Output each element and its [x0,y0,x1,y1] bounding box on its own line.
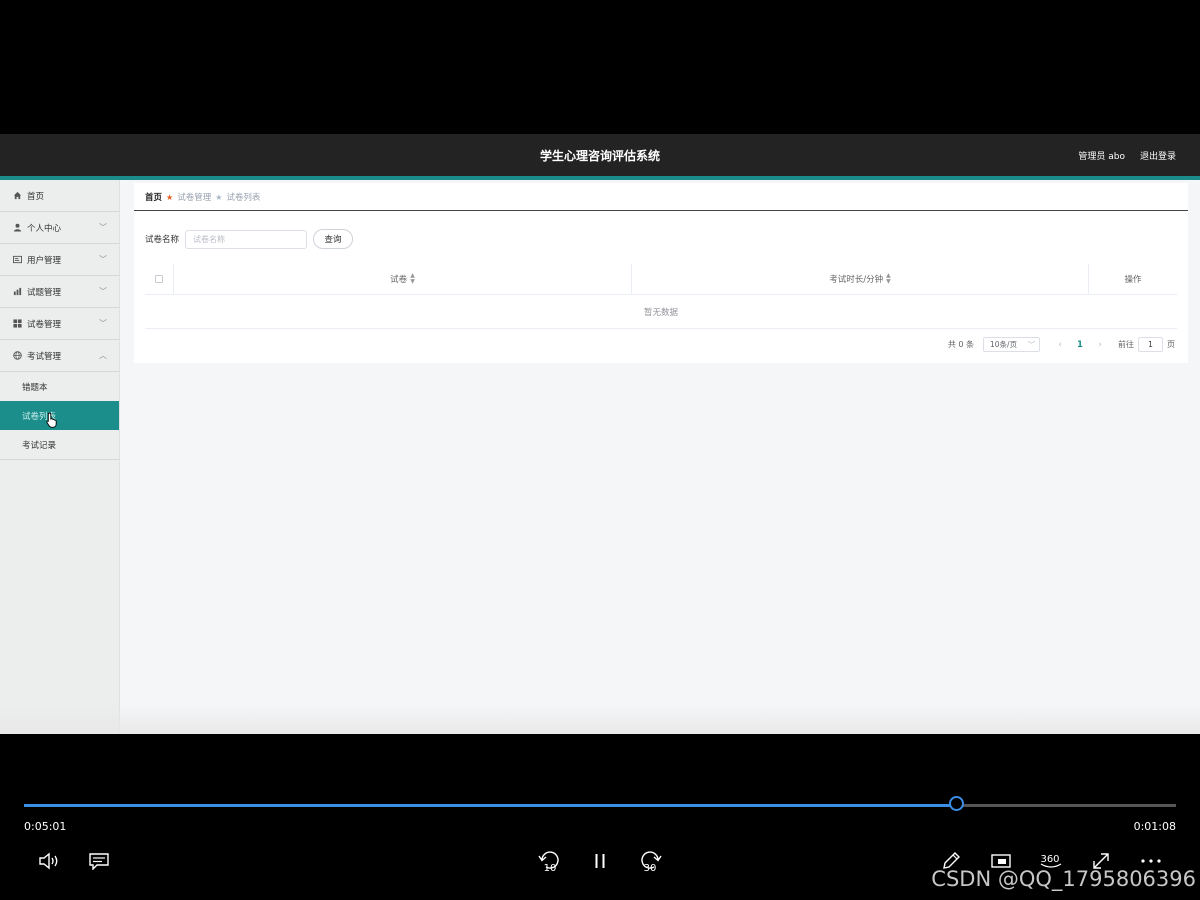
sidebar-item-exams[interactable]: 考试管理 ︿ [0,340,119,372]
video-player-controls: 0:05:01 0:01:08 10 30 360 CSDN @QQ_17958… [0,734,1200,900]
column-label: 考试时长/分钟 [829,275,884,285]
volume-icon[interactable] [36,848,62,874]
current-user-label: 管理员 abo [1078,152,1125,162]
rewind-label: 10 [544,863,557,874]
paper-table: 试卷 ▲ ▼ 考试时长/分钟 ▲ ▼ 操作 暂无数据 [145,264,1177,329]
table-empty-row: 暂无数据 [145,295,1177,329]
breadcrumb: 首页 ★ 试卷管理 ★ 试卷列表 [145,191,261,204]
page-jumper: 前往 页 [1118,337,1175,352]
sort-icon[interactable]: ▲ ▼ [886,273,891,285]
pagination-total: 共 0 条 [947,340,974,349]
goto-page-input[interactable] [1138,337,1163,352]
grid-icon [13,319,22,328]
user-icon [13,223,22,232]
elapsed-time: 0:05:01 [24,820,67,833]
chevron-down-icon: ﹀ [1028,340,1035,349]
pagination: 共 0 条 10条/页 ﹀ ‹ 1 › 前往 页 [948,337,1175,352]
sidebar-item-questions[interactable]: 试题管理 ﹀ [0,276,119,308]
column-header-paper[interactable]: 试卷 ▲ ▼ [174,264,632,294]
top-header: 学生心理咨询评估系统 管理员 abo 退出登录 [0,134,1200,180]
page-size-select[interactable]: 10条/页 ﹀ [983,337,1040,352]
page-suffix: 页 [1167,340,1175,349]
pause-icon[interactable] [589,848,611,874]
sidebar-item-label: 个人中心 [27,223,62,234]
globe-icon [13,351,22,360]
sidebar: 首页 个人中心 ﹀ 用户管理 ﹀ 试题管理 ﹀ 试卷管理 ﹀ 考试管理 ︿ 错题… [0,180,120,734]
chart-icon [13,287,22,296]
prev-page-icon[interactable]: ‹ [1052,340,1068,350]
exam-submenu: 错题本 试卷列表 考试记录 [0,372,119,460]
search-form: 试卷名称 查询 [145,229,354,249]
paper-name-input[interactable] [185,229,308,249]
search-button[interactable]: 查询 [313,229,354,249]
user-card-icon [13,255,22,264]
sort-icon[interactable]: ▲ ▼ [410,273,415,285]
app-title: 学生心理咨询评估系统 [539,149,660,163]
sidebar-item-label: 考试管理 [27,351,62,362]
breadcrumb-paper-management[interactable]: 试卷管理 [177,191,211,203]
goto-label: 前往 [1118,340,1134,349]
breadcrumb-divider [134,210,1188,211]
column-header-actions: 操作 [1089,264,1177,294]
star-separator-icon: ★ [215,192,223,202]
rewind-10-icon[interactable]: 10 [536,848,564,874]
seek-thumb[interactable] [949,796,965,811]
column-label: 操作 [1124,275,1142,285]
forward-30-icon[interactable]: 30 [636,848,664,874]
forward-label: 30 [644,863,657,874]
column-label: 试卷 [390,275,408,285]
seek-bar[interactable] [24,796,1176,811]
app-window: 学生心理咨询评估系统 管理员 abo 退出登录 首页 个人中心 ﹀ 用户管理 ﹀ [0,134,1200,734]
submenu-label: 错题本 [22,382,48,393]
hand-cursor-icon [46,412,57,428]
sidebar-item-profile[interactable]: 个人中心 ﹀ [0,212,119,244]
remaining-time: 0:01:08 [1133,820,1176,833]
vr-label: 360 [1040,854,1059,865]
star-separator-icon: ★ [166,192,174,202]
sidebar-item-label: 用户管理 [27,255,62,266]
page-number-current[interactable]: 1 [1068,340,1092,350]
submenu-item-paper-list[interactable]: 试卷列表 [0,401,119,430]
chevron-down-icon: ﹀ [99,287,107,296]
submenu-label: 考试记录 [22,440,57,451]
breadcrumb-current: 试卷列表 [226,193,261,203]
sidebar-item-users[interactable]: 用户管理 ﹀ [0,244,119,276]
table-header: 试卷 ▲ ▼ 考试时长/分钟 ▲ ▼ 操作 [145,264,1177,295]
chevron-down-icon: ﹀ [99,255,107,264]
subtitles-icon[interactable] [87,848,111,874]
home-icon [13,191,22,200]
bottom-fade-overlay [0,704,1200,734]
chevron-down-icon: ﹀ [99,319,107,328]
sidebar-item-label: 试卷管理 [27,319,62,330]
sidebar-item-label: 试题管理 [27,287,62,298]
sidebar-item-label: 首页 [27,191,45,202]
submenu-item-wrong-questions[interactable]: 错题本 [0,372,119,401]
seek-progress [24,804,958,807]
logout-link[interactable]: 退出登录 [1140,149,1176,162]
select-all-checkbox[interactable] [155,275,163,283]
empty-text: 暂无数据 [643,307,678,318]
chevron-up-icon: ︿ [99,351,107,360]
breadcrumb-home[interactable]: 首页 [145,191,162,203]
page-size-value: 10条/页 [990,340,1018,349]
sidebar-item-home[interactable]: 首页 [0,180,119,212]
sidebar-item-papers[interactable]: 试卷管理 ﹀ [0,308,119,340]
main-panel: 首页 ★ 试卷管理 ★ 试卷列表 试卷名称 查询 试卷 ▲▼ 考试时长/分 [134,183,1188,363]
column-header-duration[interactable]: 考试时长/分钟 ▲ ▼ [632,264,1089,294]
submenu-item-exam-records[interactable]: 考试记录 [0,430,119,459]
chevron-down-icon: ﹀ [99,223,107,232]
search-label: 试卷名称 [145,235,180,245]
select-all-cell [145,264,174,294]
next-page-icon[interactable]: › [1092,340,1108,350]
watermark-text: CSDN @QQ_1795806396 [931,867,1196,891]
